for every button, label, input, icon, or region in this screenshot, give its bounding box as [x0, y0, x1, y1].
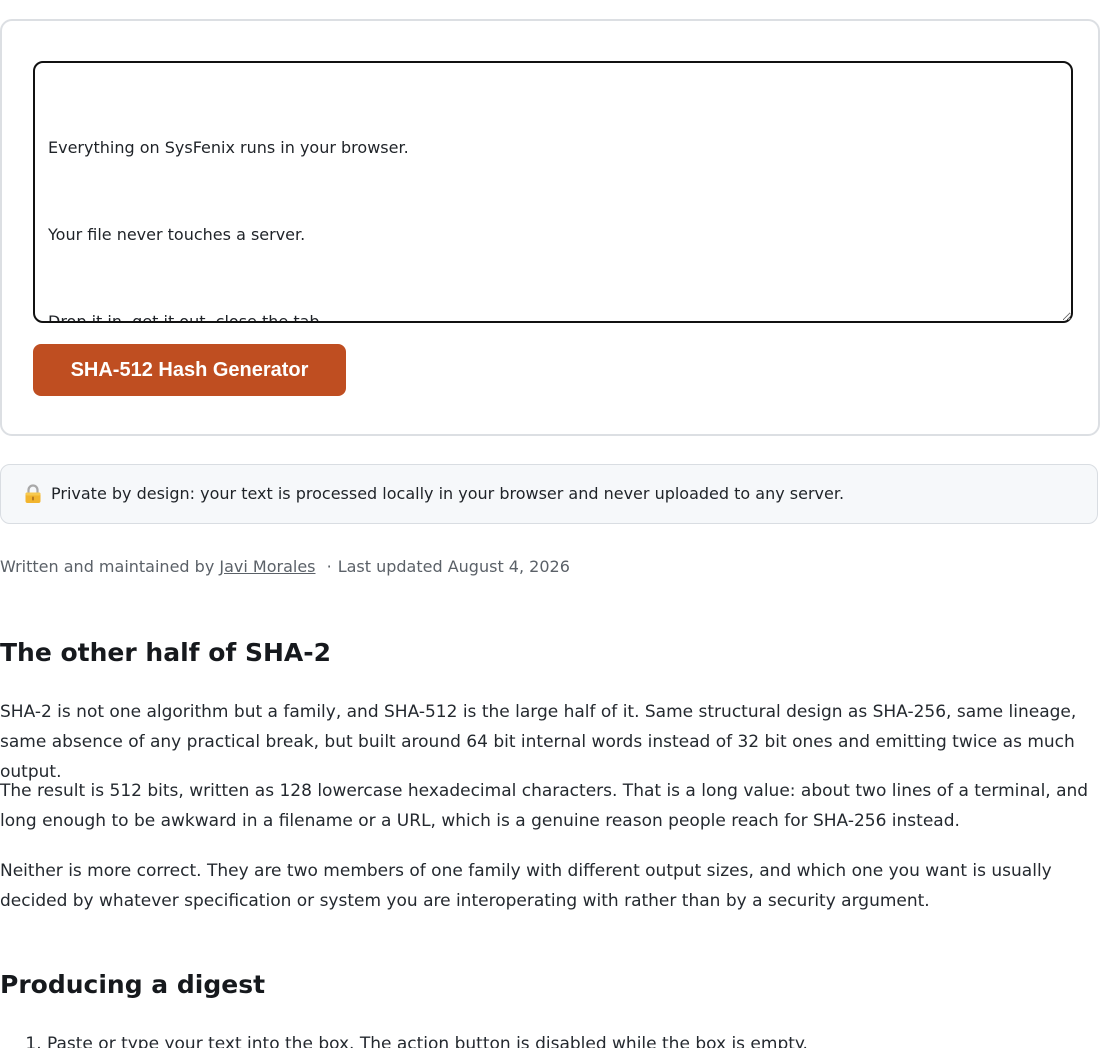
byline-separator: · — [326, 557, 332, 576]
input-line: Everything on SysFenix runs in your brow… — [48, 138, 409, 157]
section-heading: The other half of SHA-2 — [0, 638, 332, 667]
paragraph: Neither is more correct. They are two me… — [0, 861, 1052, 911]
paragraph: SHA-2 is not one algorithm but a family,… — [0, 702, 1077, 782]
text-input[interactable]: Everything on SysFenix runs in your brow… — [33, 61, 1073, 323]
tool-card: Everything on SysFenix runs in your brow… — [0, 19, 1100, 436]
byline-prefix: Written and maintained by — [0, 557, 215, 576]
last-updated: Last updated August 4, 2026 — [337, 557, 570, 576]
author-link[interactable]: Javi Morales — [219, 557, 315, 576]
input-line: Drop it in, get it out, close the tab. — [48, 312, 325, 323]
privacy-text: Private by design: your text is processe… — [51, 484, 845, 503]
byline: Written and maintained by Javi Morales ·… — [0, 555, 570, 579]
paragraph: The result is 512 bits, written as 128 l… — [0, 781, 1089, 831]
list-item: Paste or type your text into the box. Th… — [47, 1029, 808, 1048]
lock-icon — [25, 484, 41, 503]
input-line: Your file never touches a server. — [48, 225, 306, 244]
page: Everything on SysFenix runs in your brow… — [0, 0, 1100, 1048]
section-heading: Producing a digest — [0, 970, 266, 999]
sha512-generate-button[interactable]: SHA-512 Hash Generator — [33, 344, 346, 396]
privacy-banner: Private by design: your text is processe… — [0, 464, 1098, 524]
steps-list: Paste or type your text into the box. Th… — [0, 1029, 808, 1048]
